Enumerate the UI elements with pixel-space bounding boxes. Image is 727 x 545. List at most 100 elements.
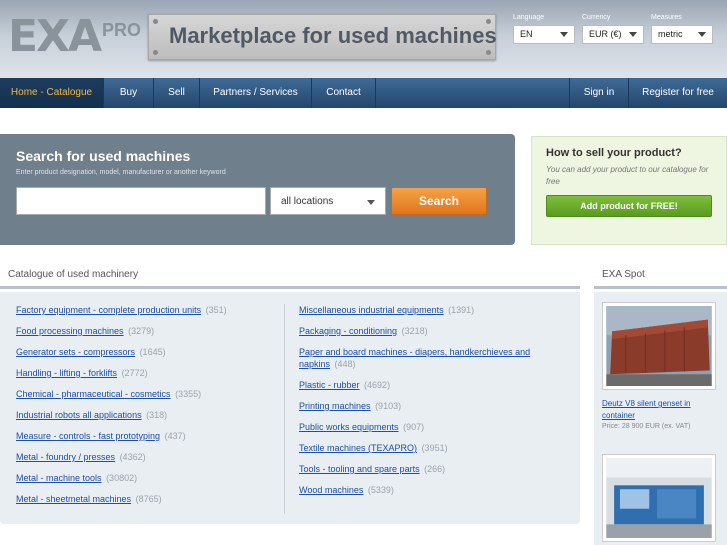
nav-register[interactable]: Register for free: [629, 78, 727, 108]
nav-buy[interactable]: Buy: [104, 78, 154, 108]
catalogue-count: (3279): [128, 326, 155, 336]
column-divider: [284, 304, 285, 514]
sell-title: How to sell your product?: [546, 147, 682, 159]
catalogue-item: Metal - machine tools (30802): [16, 472, 278, 484]
measures-value: metric: [658, 29, 683, 39]
catalogue-item: Textile machines (TEXAPRO) (3951): [299, 442, 559, 454]
measures-select[interactable]: metric: [651, 25, 713, 44]
catalogue-item: Paper and board machines - diapers, hand…: [299, 346, 559, 370]
catalogue-count: (1391): [448, 305, 475, 315]
catalogue-link[interactable]: Paper and board machines - diapers, hand…: [299, 347, 530, 369]
nav-sell[interactable]: Sell: [154, 78, 200, 108]
catalogue-link[interactable]: Metal - sheetmetal machines: [16, 494, 131, 504]
language-selector: Language EN: [513, 14, 575, 44]
language-value: EN: [520, 29, 533, 39]
nav-sign-in[interactable]: Sign in: [569, 78, 629, 108]
measures-selector: Measures metric: [651, 14, 713, 44]
catalogue-item: Plastic - rubber (4692): [299, 379, 559, 391]
spot-panel: Deutz V8 silent genset in container Pric…: [594, 292, 727, 545]
catalogue-link[interactable]: Textile machines (TEXAPRO): [299, 443, 417, 453]
catalogue-item: Food processing machines (3279): [16, 325, 278, 337]
spot-item-image-2[interactable]: [602, 454, 716, 542]
catalogue-link[interactable]: Food processing machines: [16, 326, 124, 336]
language-select[interactable]: EN: [513, 25, 575, 44]
catalogue-link[interactable]: Packaging - conditioning: [299, 326, 397, 336]
catalogue-link[interactable]: Metal - machine tools: [16, 473, 102, 483]
catalogue-title: Catalogue of used machinery: [8, 269, 139, 280]
catalogue-item: Tools - tooling and spare parts (266): [299, 463, 559, 475]
catalogue-link[interactable]: Generator sets - compressors: [16, 347, 135, 357]
banner: Marketplace for used machines: [148, 14, 497, 60]
catalogue-count: (4692): [364, 380, 391, 390]
currency-value: EUR (€): [589, 29, 622, 39]
spot-item-name[interactable]: Deutz V8 silent genset in container: [602, 398, 720, 422]
logo-suffix: PRO: [102, 20, 142, 40]
catalogue-link[interactable]: Miscellaneous industrial equipments: [299, 305, 444, 315]
catalogue-link[interactable]: Chemical - pharmaceutical - cosmetics: [16, 389, 171, 399]
add-product-button[interactable]: Add product for FREE!: [546, 195, 712, 217]
chevron-down-icon: [698, 32, 706, 37]
catalogue-item: Printing machines (9103): [299, 400, 559, 412]
bolt-icon: [153, 50, 158, 55]
sell-panel: How to sell your product? You can add yo…: [531, 136, 727, 245]
catalogue-item: Packaging - conditioning (3218): [299, 325, 559, 337]
currency-select[interactable]: EUR (€): [582, 25, 644, 44]
catalogue-count: (318): [146, 410, 168, 420]
catalogue-list: Factory equipment - complete production …: [0, 292, 580, 524]
container-image: [606, 306, 712, 386]
search-hint: Enter product designation, model, manufa…: [16, 169, 226, 176]
catalogue-count: (3951): [421, 443, 448, 453]
currency-selector: Currency EUR (€): [582, 14, 644, 44]
measures-label: Measures: [651, 14, 682, 21]
spot-item-image[interactable]: [602, 302, 716, 390]
location-value: all locations: [281, 196, 334, 207]
location-select[interactable]: all locations: [270, 187, 386, 215]
catalogue-count: (3218): [401, 326, 428, 336]
catalogue-link[interactable]: Wood machines: [299, 485, 363, 495]
catalogue-link[interactable]: Factory equipment - complete production …: [16, 305, 201, 315]
catalogue-count: (5339): [367, 485, 394, 495]
catalogue-item: Metal - sheetmetal machines (8765): [16, 493, 278, 505]
catalogue-count: (30802): [106, 473, 138, 483]
catalogue-count: (448): [334, 359, 356, 369]
nav-home-catalogue[interactable]: Home - Catalogue: [0, 78, 104, 108]
catalogue-column-right: Miscellaneous industrial equipments (139…: [299, 304, 559, 505]
catalogue-link[interactable]: Measure - controls - fast prototyping: [16, 431, 160, 441]
catalogue-count: (351): [205, 305, 227, 315]
catalogue-link[interactable]: Printing machines: [299, 401, 371, 411]
nav-contact[interactable]: Contact: [312, 78, 376, 108]
catalogue-count: (9103): [375, 401, 402, 411]
catalogue-link[interactable]: Metal - foundry / presses: [16, 452, 115, 462]
currency-label: Currency: [582, 14, 611, 21]
nav-partners-services[interactable]: Partners / Services: [200, 78, 312, 108]
machine-image: [606, 458, 712, 538]
catalogue-link[interactable]: Handling - lifting - forklifts: [16, 368, 117, 378]
main-nav: Home - Catalogue Buy Sell Partners / Ser…: [0, 78, 727, 108]
catalogue-link[interactable]: Industrial robots all applications: [16, 410, 142, 420]
catalogue-link[interactable]: Tools - tooling and spare parts: [299, 464, 420, 474]
catalogue-count: (4362): [119, 452, 146, 462]
site-logo[interactable]: EXA PRO: [8, 10, 141, 66]
catalogue-link[interactable]: Plastic - rubber: [299, 380, 360, 390]
spot-title: EXA Spot: [602, 269, 645, 280]
bolt-icon: [486, 50, 491, 55]
banner-text: Marketplace for used machines: [169, 23, 497, 48]
sell-description: You can add your product to our catalogu…: [546, 165, 709, 186]
catalogue-column-left: Factory equipment - complete production …: [16, 304, 278, 514]
catalogue-header: Catalogue of used machinery: [0, 262, 580, 289]
search-button[interactable]: Search: [391, 187, 487, 215]
catalogue-item: Measure - controls - fast prototyping (4…: [16, 430, 278, 442]
catalogue-item: Public works equipments (907): [299, 421, 559, 433]
logo-text: EXA: [8, 11, 102, 62]
spot-header: EXA Spot: [594, 262, 727, 289]
catalogue-count: (2772): [121, 368, 148, 378]
catalogue-count: (907): [403, 422, 425, 432]
catalogue-item: Chemical - pharmaceutical - cosmetics (3…: [16, 388, 278, 400]
catalogue-link[interactable]: Public works equipments: [299, 422, 399, 432]
search-title: Search for used machines: [16, 148, 191, 164]
bolt-icon: [153, 19, 158, 24]
spot-item-price: Price: 28 900 EUR (ex. VAT): [602, 423, 691, 430]
search-input[interactable]: [16, 187, 266, 215]
catalogue-item: Metal - foundry / presses (4362): [16, 451, 278, 463]
chevron-down-icon: [367, 200, 375, 205]
